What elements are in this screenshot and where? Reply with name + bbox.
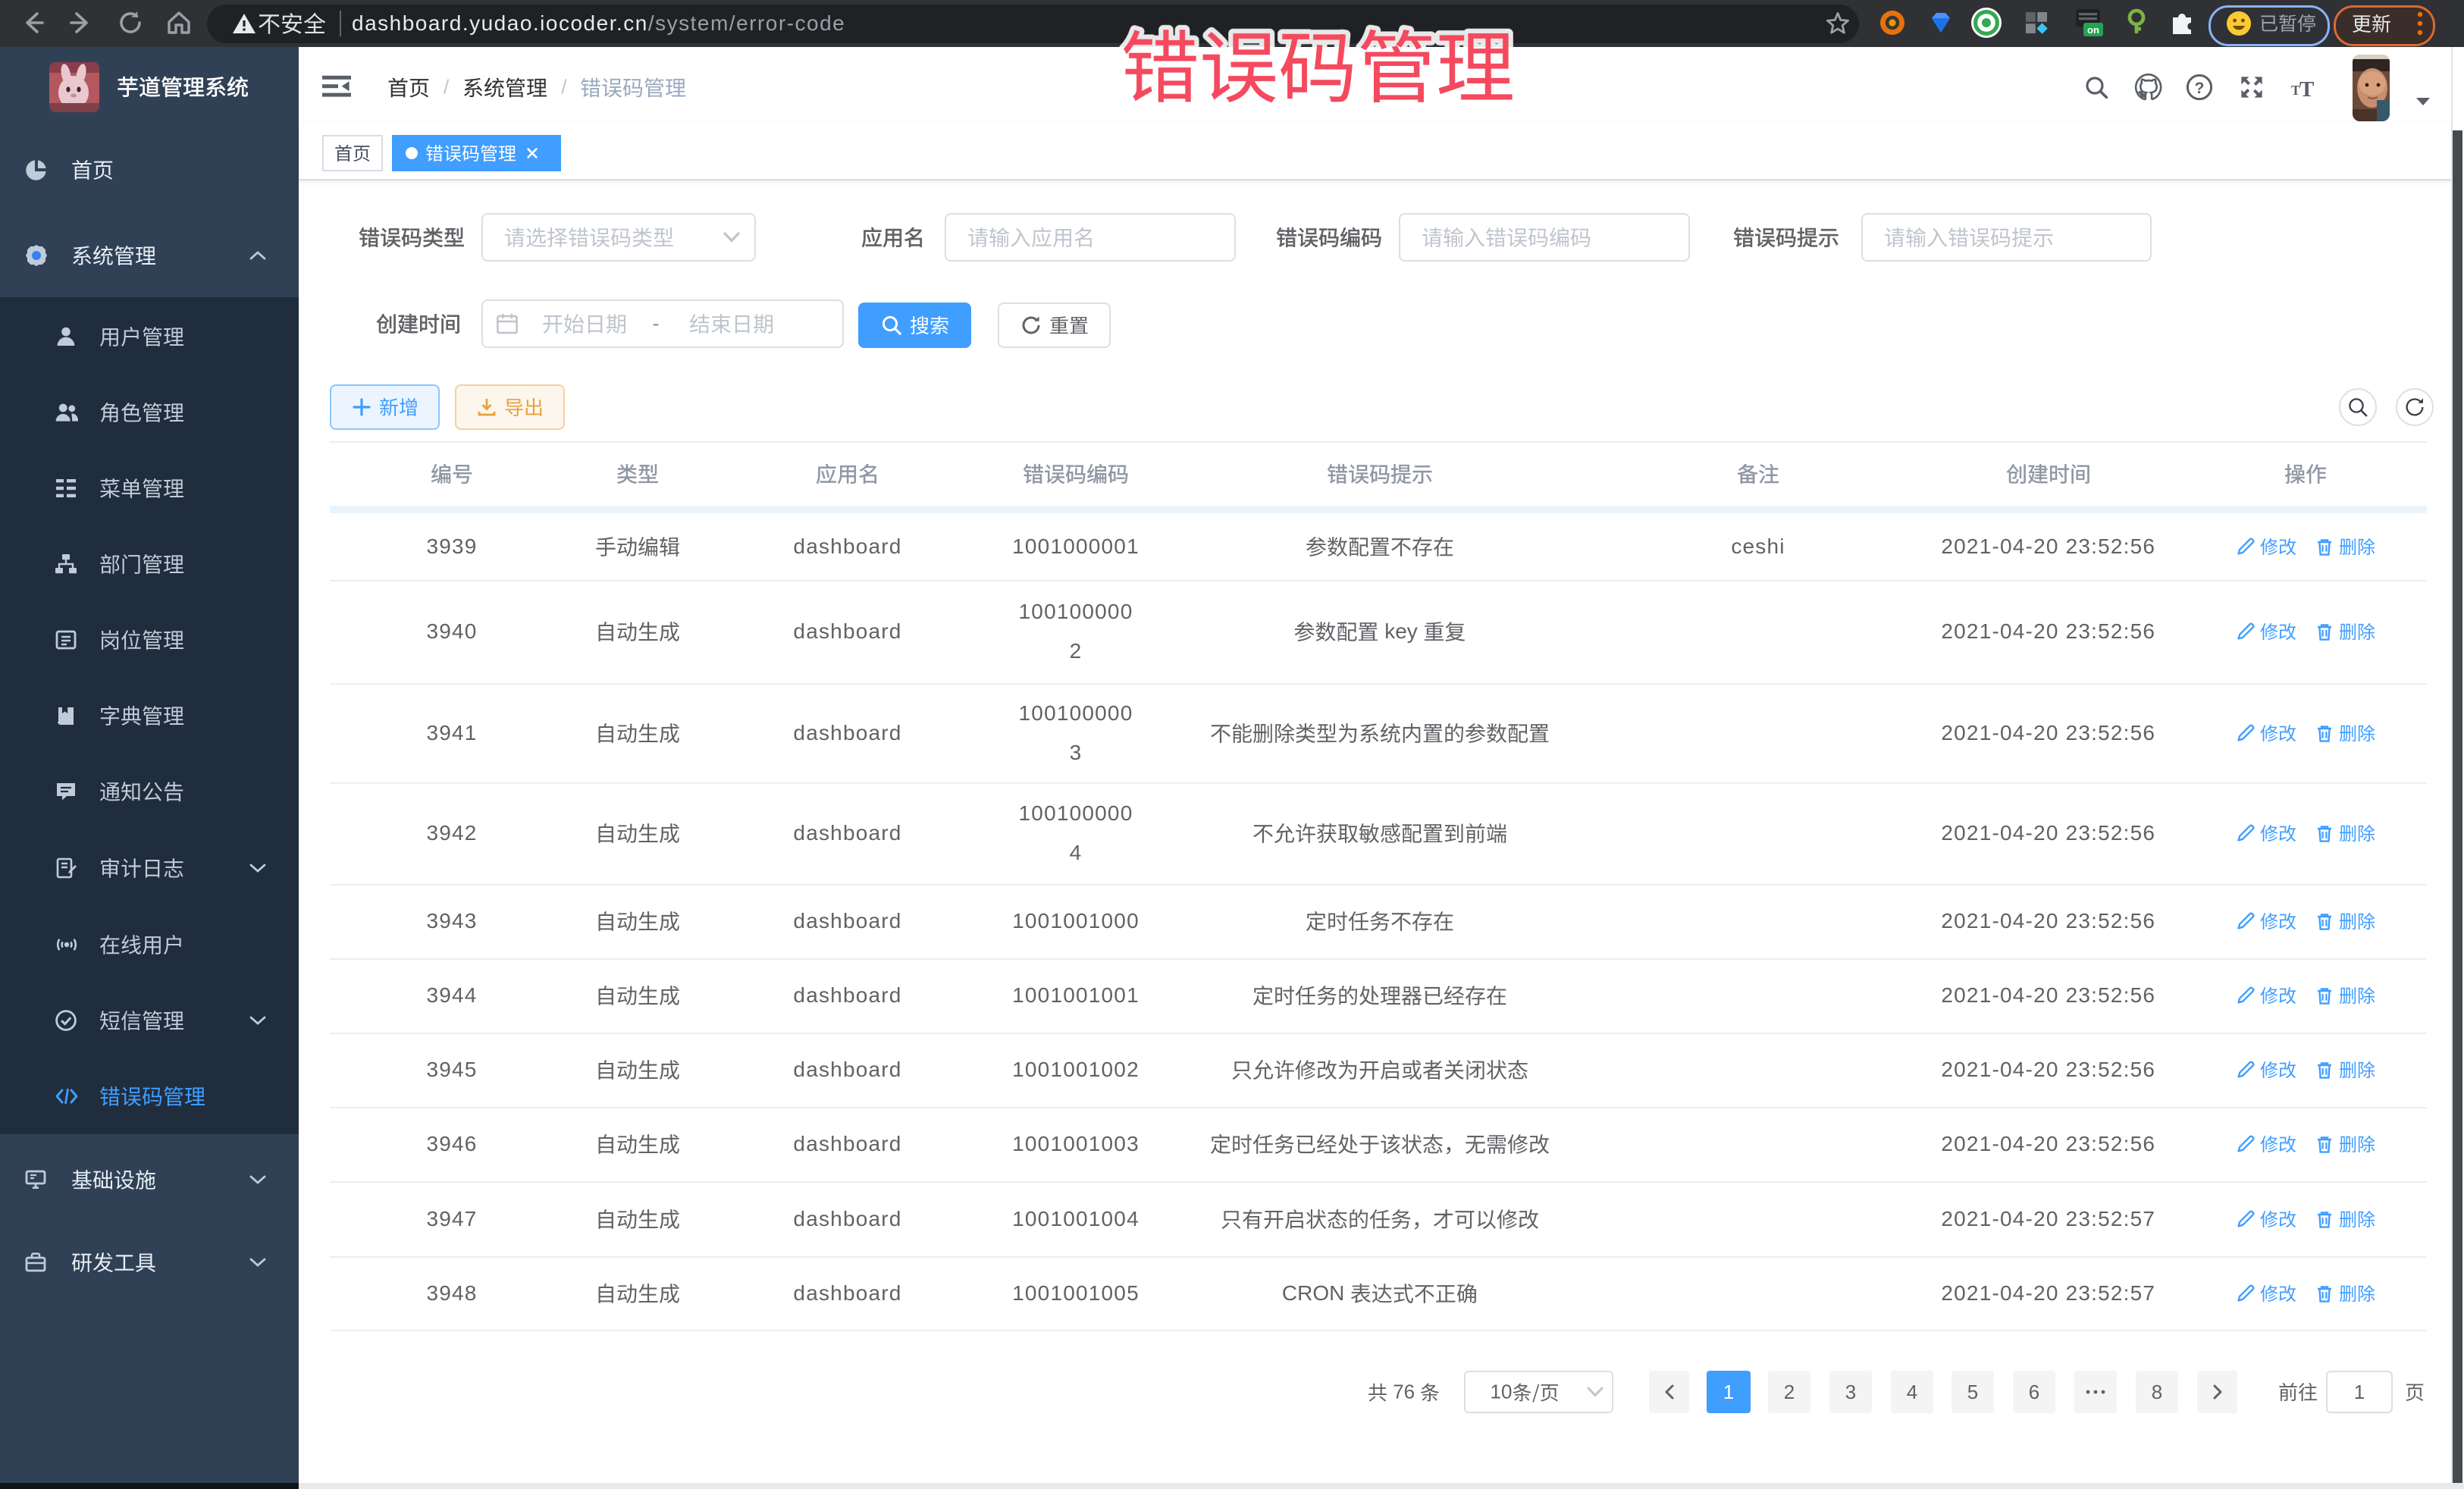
svg-text:T: T bbox=[2299, 77, 2314, 101]
svg-text:?: ? bbox=[2195, 80, 2205, 97]
svg-text:on: on bbox=[2087, 24, 2099, 36]
